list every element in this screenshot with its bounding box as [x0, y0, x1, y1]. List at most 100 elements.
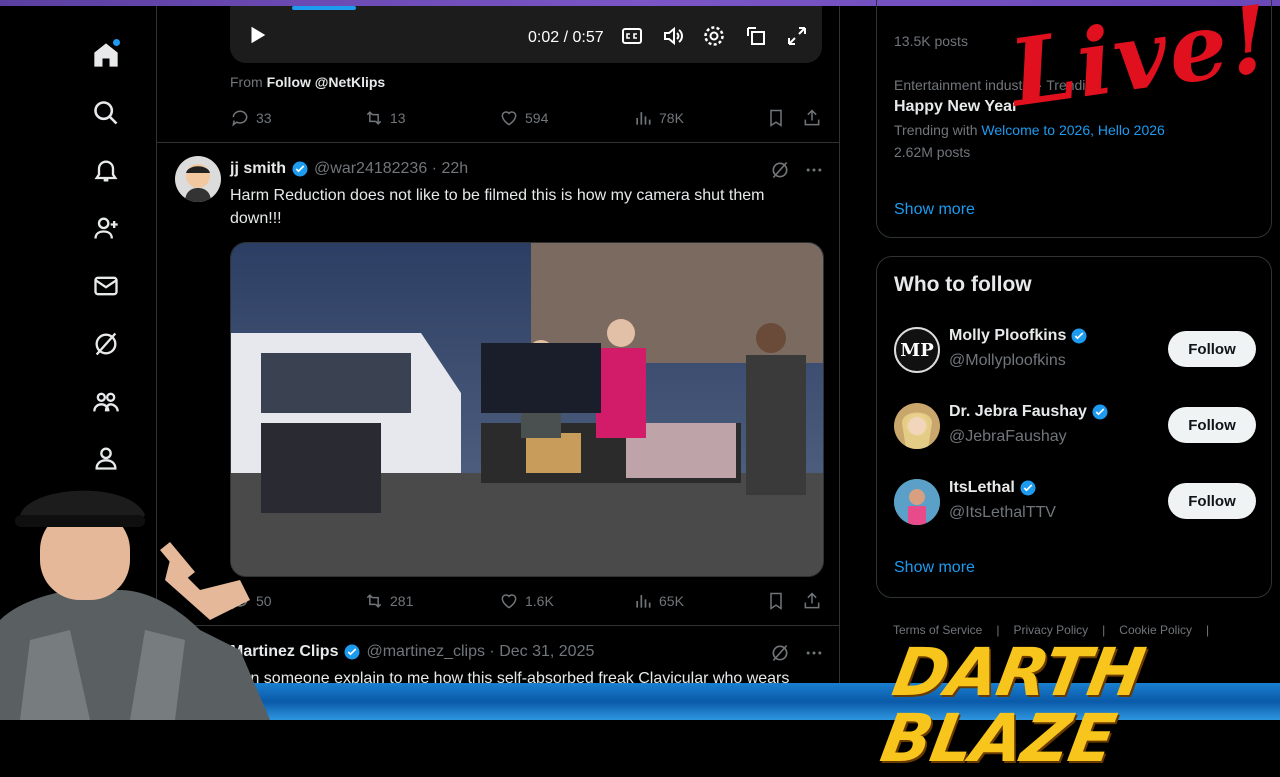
video-player[interactable]: 0:02 / 0:57 [230, 6, 822, 63]
verified-icon [292, 161, 308, 177]
avatar[interactable] [175, 156, 221, 202]
add-user-icon [94, 217, 118, 239]
suggestion-name-text: ItsLethal [949, 479, 1015, 496]
views-button[interactable]: 78K [633, 108, 684, 128]
nav-notifications[interactable] [86, 151, 126, 191]
heart-icon [501, 594, 517, 609]
views-icon [636, 595, 651, 608]
profile-icon [95, 447, 117, 470]
nav-grok[interactable] [86, 324, 126, 364]
like-count: 594 [525, 110, 549, 126]
fullscreen-icon[interactable] [785, 24, 809, 48]
trend-count: 2.62M posts [894, 144, 971, 160]
verified-icon [1092, 404, 1108, 420]
avatar [894, 479, 940, 525]
nav-communities[interactable] [86, 382, 126, 422]
more-icon[interactable] [804, 643, 824, 663]
like-count: 1.6K [525, 593, 554, 609]
retweet-button[interactable]: 281 [364, 591, 413, 611]
views-button[interactable]: 65K [633, 591, 684, 611]
grok-icon[interactable] [770, 160, 790, 180]
reply-button[interactable]: 33 [230, 108, 272, 128]
captions-icon[interactable] [620, 24, 644, 48]
grok-icon[interactable] [770, 643, 790, 663]
follow-button[interactable]: Follow [1168, 483, 1256, 519]
suggestion-handle: @Mollyploofkins [949, 352, 1066, 369]
author-handle[interactable]: @martinez_clips · Dec 31, 2025 [366, 643, 594, 661]
follow-button[interactable]: Follow [1168, 331, 1256, 367]
views-count: 78K [659, 110, 684, 126]
video-time: 0:02 / 0:57 [528, 29, 604, 46]
like-button[interactable]: 594 [499, 108, 548, 128]
suggestion-name-text: Dr. Jebra Faushay [949, 403, 1087, 420]
reply-count: 33 [256, 110, 272, 126]
nav-home[interactable] [86, 35, 126, 75]
mail-icon [94, 276, 118, 296]
trending-with-links[interactable]: Welcome to 2026, Hello 2026 [981, 122, 1164, 138]
avatar: MP [894, 327, 940, 373]
retweet-icon [366, 111, 382, 125]
trend-post-count: 13.5K posts [894, 33, 968, 49]
tweet-header: Martinez Clips @martinez_clips · Dec 31,… [230, 643, 594, 661]
trending-with-prefix: Trending with [894, 122, 978, 138]
brand-overlay: DARTH BLAZE [875, 634, 1150, 777]
pip-icon[interactable] [744, 24, 768, 48]
suggestion-handle: @JebraFaushay [949, 428, 1067, 445]
suggestion-handle: @ItsLethalTTV [949, 504, 1056, 521]
bell-icon [94, 160, 118, 182]
follow-suggestion[interactable]: Dr. Jebra Faushay @JebraFaushay Follow [894, 401, 1256, 451]
nav-follow[interactable] [86, 208, 126, 248]
from-link[interactable]: Follow @NetKlips [267, 74, 386, 90]
from-line: From Follow @NetKlips [230, 74, 385, 90]
nav-explore[interactable] [86, 93, 126, 133]
tweet1-actions: 50 281 1.6K 65K [230, 591, 822, 615]
suggestion-name-text: Molly Ploofkins [949, 327, 1067, 344]
notification-dot [113, 39, 120, 46]
from-prefix: From [230, 74, 263, 90]
retweet-button[interactable]: 13 [364, 108, 406, 128]
trending-with: Trending with Welcome to 2026, Hello 202… [894, 122, 1254, 138]
bookmark-icon[interactable] [766, 591, 786, 611]
divider [157, 142, 839, 143]
suggestion-name: Dr. Jebra Faushay [949, 403, 1109, 421]
show-more-follow[interactable]: Show more [894, 559, 975, 577]
volume-icon[interactable] [661, 24, 685, 48]
more-icon[interactable] [804, 160, 824, 180]
suggestion-name: ItsLethal [949, 479, 1037, 497]
tweet-controls [770, 643, 824, 663]
grok-icon [95, 332, 117, 356]
tweet-header: jj smith @war24182236 · 22h [230, 160, 468, 178]
tweet-text: Harm Reduction does not like to be filme… [230, 187, 765, 227]
communities-icon [93, 392, 119, 412]
bookmark-icon[interactable] [766, 108, 786, 128]
nav-messages[interactable] [86, 266, 126, 306]
play-icon[interactable] [246, 24, 268, 46]
streamer-webcam [0, 490, 270, 720]
who-to-follow-title: Who to follow [894, 273, 1032, 296]
tweet-video[interactable] [230, 242, 824, 577]
author-name[interactable]: jj smith [230, 160, 286, 178]
retweet-count: 13 [390, 110, 406, 126]
verified-icon [1020, 480, 1036, 496]
who-to-follow-card: Who to follow MP Molly Ploofkins @Mollyp… [876, 256, 1272, 598]
share-icon[interactable] [802, 108, 822, 128]
author-handle[interactable]: @war24182236 · 22h [314, 160, 468, 178]
follow-suggestion[interactable]: MP Molly Ploofkins @Mollyploofkins Follo… [894, 325, 1256, 375]
prev-tweet-actions: 33 13 594 78K [230, 108, 822, 132]
views-icon [636, 112, 651, 125]
avatar [894, 403, 940, 449]
retweet-count: 281 [390, 593, 414, 609]
heart-icon [501, 111, 517, 126]
share-icon[interactable] [802, 591, 822, 611]
follow-suggestion[interactable]: ItsLethal @ItsLethalTTV Follow [894, 477, 1256, 527]
settings-icon[interactable] [702, 24, 726, 48]
footer-separator: | [1206, 623, 1210, 637]
video-progress-bar[interactable] [292, 6, 356, 10]
like-button[interactable]: 1.6K [499, 591, 554, 611]
video-thumbnail [231, 243, 823, 576]
verified-icon [1071, 328, 1087, 344]
follow-button[interactable]: Follow [1168, 407, 1256, 443]
search-icon [94, 101, 118, 125]
show-more-trends[interactable]: Show more [894, 201, 975, 219]
verified-icon [344, 644, 360, 660]
